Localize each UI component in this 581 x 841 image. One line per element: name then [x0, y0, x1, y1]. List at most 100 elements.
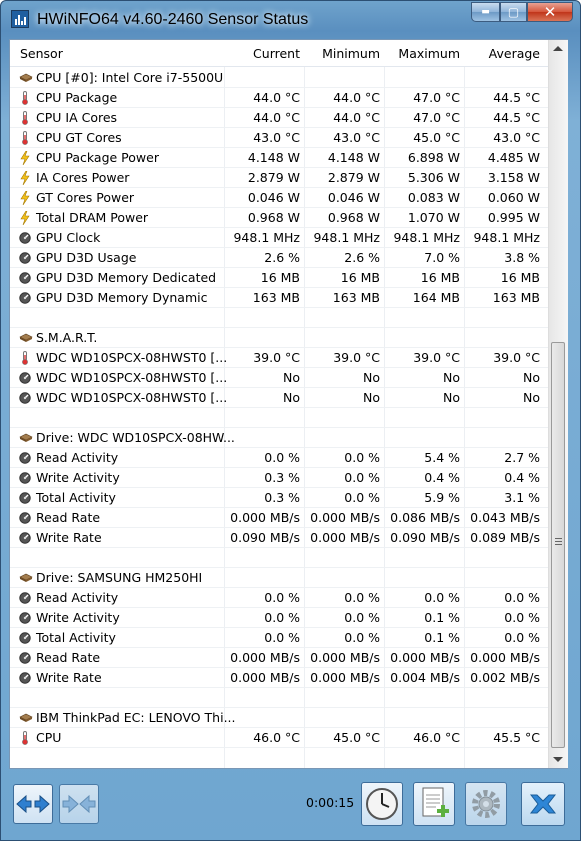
sensor-row[interactable]: Read Activity 0.0 % 0.0 % 0.0 % 0.0 %	[10, 588, 548, 608]
sensor-label: WDC WD10SPCX-08HWST0 [...	[36, 390, 228, 405]
average-value: 44.5 °C	[493, 90, 540, 105]
gauge-icon	[19, 371, 31, 385]
column-header-minimum[interactable]: Minimum	[322, 46, 380, 61]
column-header-average[interactable]: Average	[489, 46, 540, 61]
sensor-row[interactable]: GT Cores Power 0.046 W 0.046 W 0.083 W 0.060…	[10, 188, 548, 208]
sensor-label: Write Activity	[36, 470, 120, 485]
gauge-icon	[19, 471, 31, 485]
sensor-row[interactable]: CPU Package 44.0 °C 44.0 °C 47.0 °C 44.5 °C	[10, 88, 548, 108]
sensor-group-row[interactable]: S.M.A.R.T.	[10, 328, 548, 348]
sensor-row[interactable]: CPU IA Cores 44.0 °C 44.0 °C 47.0 °C 44.5 °C	[10, 108, 548, 128]
sensor-row[interactable]: Write Rate 0.090 MB/s 0.000 MB/s 0.090 MB/s…	[10, 528, 548, 548]
sensor-row[interactable]: IA Cores Power 2.879 W 2.879 W 5.306 W 3.158…	[10, 168, 548, 188]
chip-icon	[19, 431, 33, 445]
close-button[interactable]: ✕	[527, 2, 573, 22]
maximum-value: 7.0 %	[424, 250, 460, 265]
average-value: 44.5 °C	[493, 110, 540, 125]
sensor-row[interactable]: Total DRAM Power 0.968 W 0.968 W 1.070 W 0.9…	[10, 208, 548, 228]
sensor-label: Read Activity	[36, 450, 119, 465]
chip-icon	[19, 71, 33, 85]
thermometer-icon	[19, 731, 31, 745]
sensor-row[interactable]: WDC WD10SPCX-08HWST0 [... No No No No	[10, 388, 548, 408]
maximum-value: 0.086 MB/s	[390, 510, 460, 525]
scrollbar-thumb[interactable]	[551, 342, 565, 748]
gauge-icon	[19, 491, 31, 505]
close-sensors-button[interactable]	[521, 782, 565, 826]
sensor-row[interactable]: Read Activity 0.0 % 0.0 % 5.4 % 2.7 %	[10, 448, 548, 468]
gauge-icon	[19, 531, 31, 545]
gauge-icon	[19, 591, 31, 605]
current-value: 948.1 MHz	[233, 230, 300, 245]
elapsed-timer: 0:00:15	[306, 795, 355, 810]
sensor-row[interactable]: Read Rate 0.000 MB/s 0.000 MB/s 0.000 MB/s 0…	[10, 648, 548, 668]
sensor-row[interactable]: GPU D3D Memory Dynamic 163 MB 163 MB 164 MB…	[10, 288, 548, 308]
window-title: HWiNFO64 v4.60-2460 Sensor Status	[37, 11, 309, 28]
current-value: 0.046 W	[247, 190, 300, 205]
minimum-value: 43.0 °C	[333, 130, 380, 145]
current-value: 0.3 %	[264, 470, 300, 485]
minimum-value: 4.148 W	[327, 150, 380, 165]
column-header-current[interactable]: Current	[253, 46, 300, 61]
gauge-icon	[19, 251, 31, 265]
report-button[interactable]	[413, 782, 455, 826]
gauge-icon	[19, 291, 31, 305]
sensor-row[interactable]: GPU D3D Memory Dedicated 16 MB 16 MB 16 MB 1…	[10, 268, 548, 288]
column-header-sensor[interactable]: Sensor	[20, 46, 63, 61]
settings-button[interactable]	[465, 782, 507, 826]
sensor-row[interactable]: Total Activity 0.0 % 0.0 % 0.1 % 0.0 %	[10, 628, 548, 648]
sensor-row[interactable]: GPU D3D Usage 2.6 % 2.6 % 7.0 % 3.8 %	[10, 248, 548, 268]
maximum-value: 0.083 W	[407, 190, 460, 205]
current-value: 44.0 °C	[253, 110, 300, 125]
title-bar[interactable]: HWiNFO64 v4.60-2460 Sensor Status ▬ ▢ ✕	[1, 1, 580, 39]
sensor-row[interactable]: Write Activity 0.0 % 0.0 % 0.1 % 0.0 %	[10, 608, 548, 628]
minimum-value: 44.0 °C	[333, 90, 380, 105]
sensor-group-row[interactable]: IBM ThinkPad EC: LENOVO Thi...	[10, 708, 548, 728]
sensor-label: WDC WD10SPCX-08HWST0 [...	[36, 370, 228, 385]
average-value: 163 MB	[492, 290, 540, 305]
sensor-label: GPU Clock	[36, 230, 101, 245]
sensor-row[interactable]: Total Activity 0.3 % 0.0 % 5.9 % 3.1 %	[10, 488, 548, 508]
gear-icon	[472, 790, 500, 818]
column-header-maximum[interactable]: Maximum	[398, 46, 460, 61]
expand-button[interactable]	[13, 784, 53, 824]
hwinfo-window: HWiNFO64 v4.60-2460 Sensor Status ▬ ▢ ✕ …	[0, 0, 581, 841]
lightning-icon	[19, 210, 31, 226]
sensor-group-row[interactable]: Drive: SAMSUNG HM250HI	[10, 568, 548, 588]
maximum-value: 45.0 °C	[413, 130, 460, 145]
maximum-value: 16 MB	[420, 270, 460, 285]
average-value: 0.043 MB/s	[470, 510, 540, 525]
sensor-row[interactable]: CPU GT Cores 43.0 °C 43.0 °C 45.0 °C 43.0 °C	[10, 128, 548, 148]
scroll-down-icon[interactable]	[553, 757, 563, 762]
maximize-button[interactable]: ▢	[500, 2, 527, 22]
thermometer-icon	[19, 351, 31, 365]
scroll-up-icon[interactable]	[553, 46, 563, 51]
sensor-row[interactable]: GPU Clock 948.1 MHz 948.1 MHz 948.1 MHz 948.…	[10, 228, 548, 248]
sensor-label: Write Activity	[36, 610, 120, 625]
sensor-label: Total DRAM Power	[36, 210, 149, 225]
sensor-row[interactable]: Write Activity 0.3 % 0.0 % 0.4 % 0.4 %	[10, 468, 548, 488]
sensor-group-row[interactable]: CPU [#0]: Intel Core i7-5500U	[10, 68, 548, 88]
current-value: 0.000 MB/s	[230, 670, 300, 685]
clock-button[interactable]	[361, 782, 403, 826]
vertical-scrollbar[interactable]	[548, 40, 568, 768]
maximum-value: 1.070 W	[407, 210, 460, 225]
gauge-icon	[19, 651, 31, 665]
average-value: 0.000 MB/s	[470, 650, 540, 665]
collapse-button[interactable]	[59, 784, 99, 824]
current-value: 16 MB	[260, 270, 300, 285]
sensor-row[interactable]: WDC WD10SPCX-08HWST0 [... 39.0 °C 39.0 °C 3…	[10, 348, 548, 368]
sensor-row[interactable]: WDC WD10SPCX-08HWST0 [... No No No No	[10, 368, 548, 388]
sensor-label: CPU Package Power	[36, 150, 159, 165]
expand-arrows-icon	[16, 794, 50, 814]
current-value: 39.0 °C	[253, 350, 300, 365]
current-value: 0.090 MB/s	[230, 530, 300, 545]
sensor-group-row[interactable]: Drive: WDC WD10SPCX-08HW...	[10, 428, 548, 448]
chip-icon	[19, 711, 33, 725]
sensor-row[interactable]: CPU 46.0 °C 45.0 °C 46.0 °C 45.5 °C	[10, 728, 548, 748]
sensor-row[interactable]: Read Rate 0.000 MB/s 0.000 MB/s 0.086 MB/s 0…	[10, 508, 548, 528]
sensor-row[interactable]: Write Rate 0.000 MB/s 0.000 MB/s 0.004 MB/s…	[10, 668, 548, 688]
minimum-value: 2.6 %	[344, 250, 380, 265]
sensor-row[interactable]: CPU Package Power 4.148 W 4.148 W 6.898 W 4.…	[10, 148, 548, 168]
group-label: S.M.A.R.T.	[36, 330, 98, 345]
minimize-button[interactable]: ▬	[471, 2, 500, 22]
